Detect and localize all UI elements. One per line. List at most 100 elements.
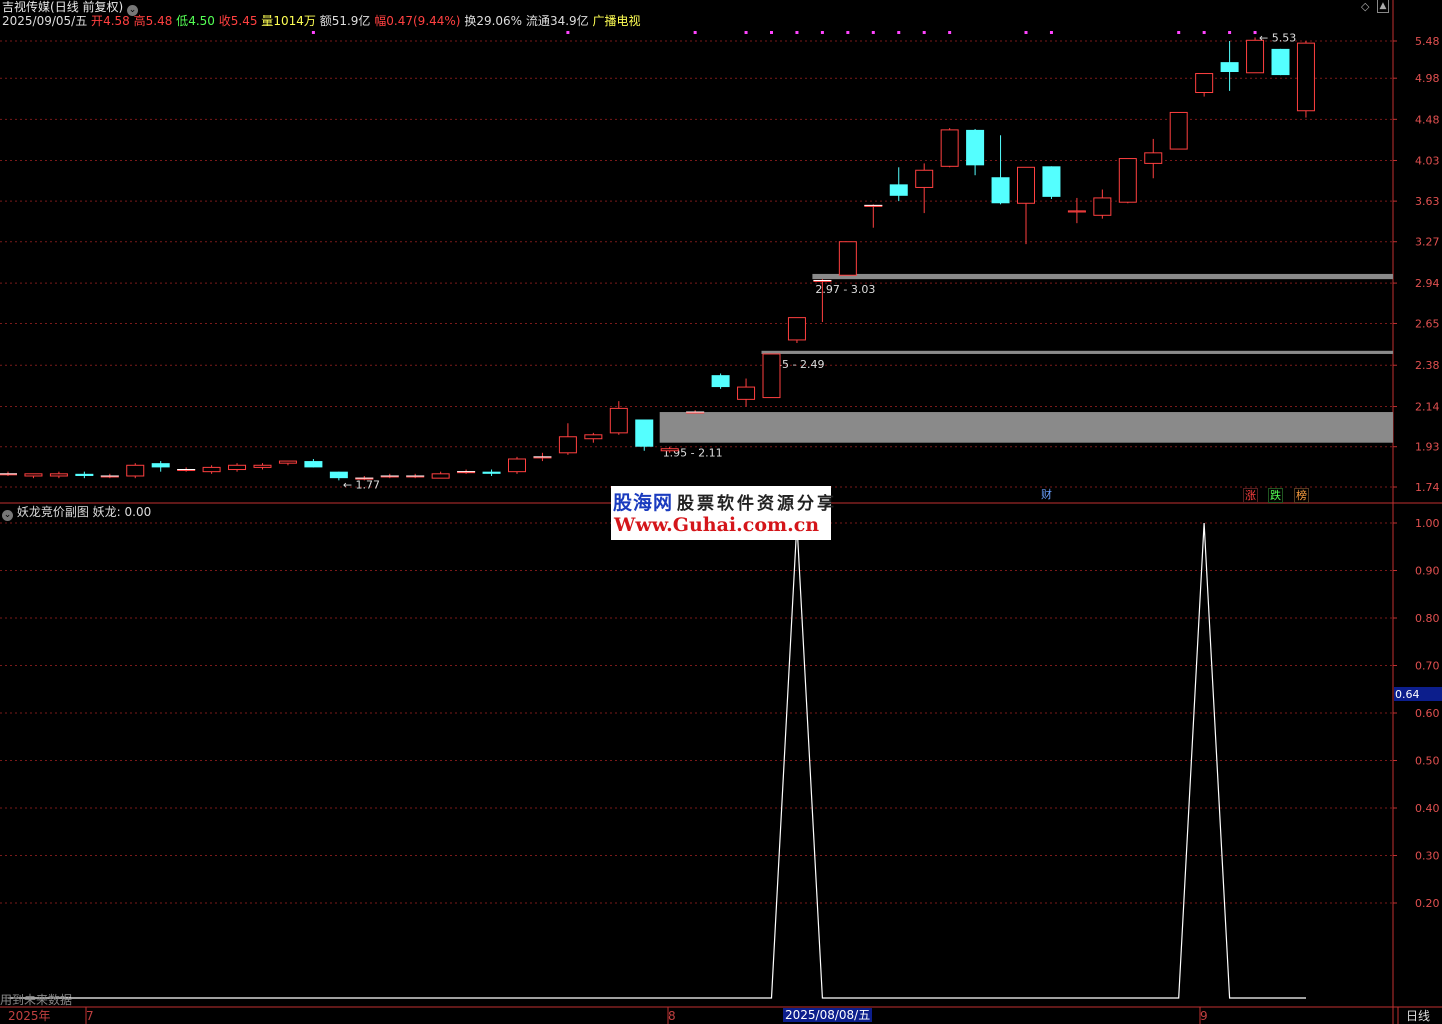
candle-body-up	[1067, 210, 1086, 213]
change-value: 0.47(9.44%)	[386, 14, 461, 28]
candle-body-down	[329, 471, 348, 479]
signal-marker	[1177, 31, 1181, 34]
candle	[686, 410, 705, 414]
period-selector[interactable]: 日线	[1406, 1009, 1430, 1023]
signal-marker	[1049, 31, 1053, 34]
candle	[380, 473, 399, 479]
main-y-tick-label: 2.38	[1415, 359, 1440, 372]
candle	[1195, 73, 1214, 97]
diamond-icon[interactable]: ◇	[1361, 0, 1369, 13]
future-data-note: 用到未来数据	[0, 993, 73, 1007]
candle	[100, 473, 119, 479]
change-label: 幅	[374, 14, 387, 28]
candle-body-down	[1042, 166, 1061, 197]
support-zone	[812, 273, 1393, 280]
candle-body-up	[584, 434, 603, 440]
open-value: 4.58	[103, 14, 130, 28]
candle	[406, 473, 425, 479]
x-axis-year: 2025年	[8, 1009, 51, 1023]
candle	[1067, 197, 1086, 224]
candle	[966, 128, 985, 176]
candle-body-down	[991, 177, 1010, 204]
candle-body-up	[660, 448, 679, 452]
candle	[1296, 41, 1315, 118]
candle-body-up	[431, 473, 450, 479]
candle-body-up	[1118, 158, 1137, 203]
volume-label: 量	[261, 14, 274, 28]
price-annotation: ← 5.53	[1259, 31, 1296, 44]
candle	[940, 128, 959, 168]
signal-marker	[871, 31, 875, 34]
float-value: 34.9亿	[549, 14, 589, 28]
main-y-tick-label: 4.48	[1415, 113, 1440, 126]
main-y-tick-label: 3.63	[1415, 195, 1440, 208]
candle	[915, 163, 934, 214]
candle-body-up	[1144, 152, 1163, 164]
sub-y-tick-label: 0.80	[1415, 612, 1440, 625]
candle	[558, 423, 577, 455]
signal-marker	[770, 31, 773, 34]
up-badge[interactable]: 涨	[1243, 488, 1258, 503]
sub-y-tick-label: 1.00	[1415, 517, 1440, 530]
finance-badge[interactable]: 财	[1040, 488, 1053, 501]
amount-value: 51.9亿	[331, 14, 371, 28]
high-label: 高	[133, 14, 146, 28]
candle-body-up	[508, 458, 526, 473]
quote-bar: 2025/09/05/五 开4.58 高5.48 低4.50 收5.45 量10…	[2, 14, 641, 28]
candle	[864, 204, 883, 228]
signal-marker	[744, 31, 748, 34]
sector-value[interactable]: 广播电视	[593, 14, 641, 28]
signal-marker	[1202, 31, 1206, 34]
close-label: 收	[218, 14, 231, 28]
open-label: 开	[91, 14, 104, 28]
indicator-name[interactable]: 妖龙竞价副图	[17, 505, 89, 519]
candle-body-down	[151, 463, 170, 468]
candle-body-down	[966, 129, 985, 166]
float-label: 流通	[525, 14, 550, 28]
low-value: 4.50	[188, 14, 215, 28]
scroll-up-icon[interactable]: ▲	[1377, 0, 1389, 13]
candle-body-down	[1271, 48, 1290, 76]
indicator-series-label: 妖龙:	[92, 505, 121, 519]
turnover-value: 29.06%	[476, 14, 523, 28]
amount-label: 额	[319, 14, 332, 28]
main-y-tick-label: 1.74	[1415, 481, 1440, 494]
candle-body-up	[1195, 73, 1214, 94]
stock-name[interactable]: 吉视传媒	[2, 0, 50, 14]
sub-y-tick-label: 0.50	[1415, 755, 1440, 768]
signal-marker	[897, 31, 901, 34]
watermark: 股海网 股票软件资源分享 Www.Guhai.com.cn	[611, 486, 834, 540]
x-axis-month-8: 8	[668, 1009, 676, 1023]
high-value: 5.48	[145, 14, 173, 28]
watermark-tagline: 股票软件资源分享	[677, 494, 838, 514]
candle-body-up	[126, 464, 145, 477]
candle-body-up	[787, 317, 806, 341]
close-value: 5.45	[230, 14, 258, 28]
signal-marker	[566, 31, 570, 34]
collapse-icon[interactable]: ⌄	[2, 510, 13, 521]
candle-body-down	[482, 471, 501, 474]
period-label: (日线 前复权)	[50, 0, 124, 14]
candle	[991, 135, 1010, 205]
candle-body-up	[49, 473, 68, 477]
candle-body-up	[1093, 197, 1112, 216]
sub-y-tick-label: 0.90	[1415, 565, 1440, 578]
candle	[75, 471, 94, 479]
main-y-tick-label: 5.48	[1415, 35, 1440, 48]
candle-body-down	[889, 184, 908, 196]
candle	[253, 463, 272, 470]
candle-body-up	[737, 386, 756, 400]
cursor-value-label: 0.64	[1395, 688, 1420, 701]
candle-body-up	[202, 466, 221, 473]
main-y-tick-label: 2.14	[1415, 401, 1440, 414]
low-label: 低	[176, 14, 189, 28]
candle	[1093, 189, 1112, 219]
main-y-tick-label: 4.03	[1415, 154, 1440, 167]
candle	[1118, 158, 1137, 204]
candle	[151, 461, 170, 472]
candle	[177, 467, 196, 472]
rank-badge[interactable]: 榜	[1294, 488, 1309, 503]
x-axis-month-9: 9	[1200, 1009, 1208, 1023]
down-badge[interactable]: 跌	[1268, 488, 1283, 503]
candle-body-up	[838, 241, 857, 276]
